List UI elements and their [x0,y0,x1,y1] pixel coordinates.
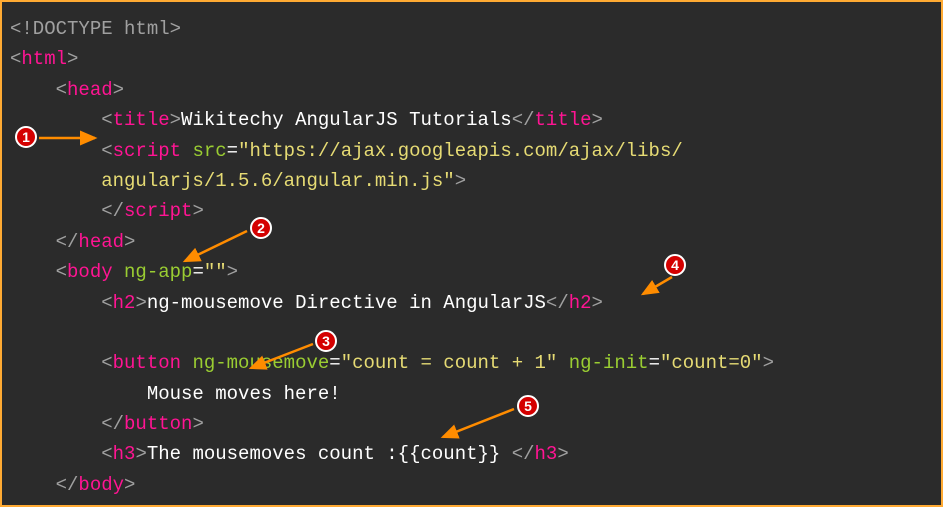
bracket: < [101,443,112,465]
bracket: > [135,443,146,465]
annotation-arrow-5 [437,405,522,445]
bracket: > [192,200,203,222]
tag-body-close: body [78,474,124,496]
tag-button-close: button [124,413,192,435]
bracket: > [124,231,135,253]
title-text: Wikitechy AngularJS Tutorials [181,109,512,131]
attr-ng-mousemove-value: "count = count + 1" [341,352,558,374]
tag-script: script [113,140,181,162]
h3-text: The mousemoves count :{{count}} [147,443,512,465]
space [181,352,192,374]
tag-body: body [67,261,113,283]
bracket: </ [101,413,124,435]
bracket: > [135,292,146,314]
bracket: > [192,413,203,435]
equals: = [227,140,238,162]
code-container: <!DOCTYPE html> <html> <head> <title>Wik… [0,0,943,507]
bracket: > [113,79,124,101]
annotation-arrow-4 [639,275,679,300]
bracket: </ [512,109,535,131]
annotation-label-1: 1 [22,126,30,148]
bracket: </ [546,292,569,314]
bracket: </ [512,443,535,465]
attr-ng-init-value: "count=0" [660,352,763,374]
tag-h2-close: h2 [569,292,592,314]
attr-src: src [192,140,226,162]
bracket: < [101,292,112,314]
attr-src-value-line2: angularjs/1.5.6/angular.min.js" [101,170,454,192]
button-text: Mouse moves here! [147,383,341,405]
annotation-circle-1: 1 [15,126,37,148]
bracket: > [763,352,774,374]
bracket: > [557,443,568,465]
equals: = [329,352,340,374]
annotation-label-5: 5 [524,395,532,417]
bracket: </ [101,200,124,222]
tag-button: button [113,352,181,374]
tag-h3-close: h3 [535,443,558,465]
tag-script-close: script [124,200,192,222]
tag-title-close: title [535,109,592,131]
attr-ng-init: ng-init [569,352,649,374]
bracket: > [170,109,181,131]
annotation-circle-4: 4 [664,254,686,276]
tag-title: title [113,109,170,131]
annotation-label-4: 4 [671,254,679,276]
bracket: < [101,109,112,131]
space [181,140,192,162]
space [113,261,124,283]
space [557,352,568,374]
tag-head: head [67,79,113,101]
attr-src-value-line1: "https://ajax.googleapis.com/ajax/libs/ [238,140,683,162]
bracket: > [124,474,135,496]
tag-html: html [21,48,67,70]
tag-head-close: head [78,231,124,253]
bracket: < [10,48,21,70]
annotation-arrow-3 [245,340,320,375]
annotation-label-2: 2 [257,217,265,239]
bracket: > [592,109,603,131]
doctype-line: <!DOCTYPE html> [10,18,181,40]
annotation-arrow-2 [177,229,257,269]
bracket: < [56,261,67,283]
bracket: > [67,48,78,70]
equals: = [649,352,660,374]
bracket: > [455,170,466,192]
bracket: > [592,292,603,314]
bracket: </ [56,474,79,496]
annotation-arrow-1 [37,130,107,148]
bracket: </ [56,231,79,253]
annotation-label-3: 3 [322,330,330,352]
h2-text: ng-mousemove Directive in AngularJS [147,292,546,314]
bracket: < [101,352,112,374]
tag-h2: h2 [113,292,136,314]
tag-h3: h3 [113,443,136,465]
bracket: < [56,79,67,101]
